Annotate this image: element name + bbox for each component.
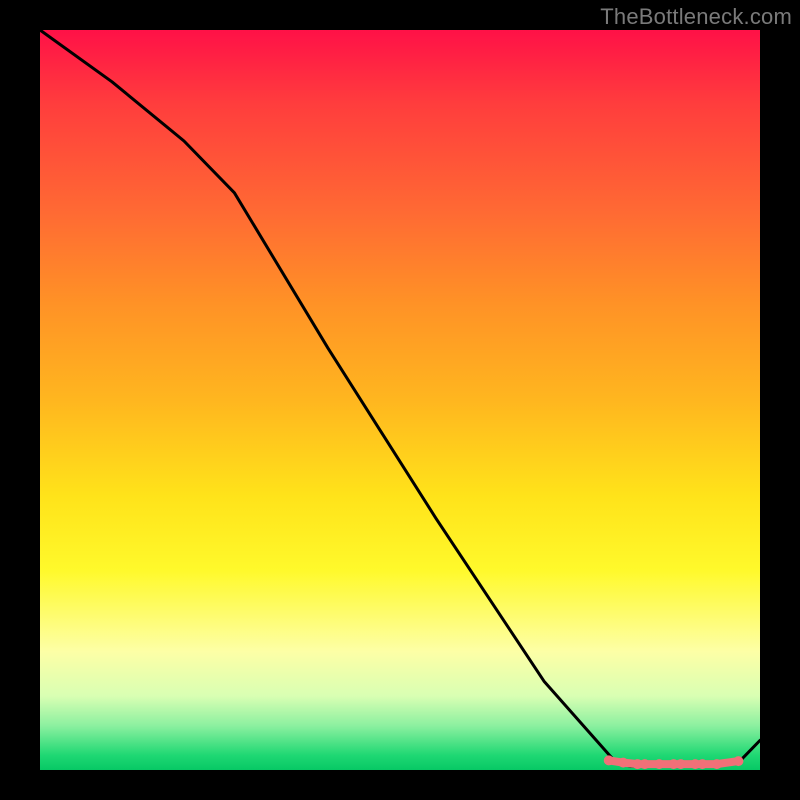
marker-group xyxy=(604,755,744,769)
marker-dot xyxy=(604,755,614,765)
marker-dot xyxy=(697,759,707,769)
bottleneck-curve-path xyxy=(40,30,760,766)
marker-dot xyxy=(618,758,628,768)
marker-dot xyxy=(654,759,664,769)
marker-dot xyxy=(733,756,743,766)
chart-root: TheBottleneck.com xyxy=(0,0,800,800)
marker-dot xyxy=(676,759,686,769)
watermark-text: TheBottleneck.com xyxy=(600,4,792,30)
chart-svg xyxy=(40,30,760,770)
plot-area xyxy=(40,30,760,770)
marker-dot xyxy=(640,759,650,769)
marker-dot xyxy=(712,759,722,769)
